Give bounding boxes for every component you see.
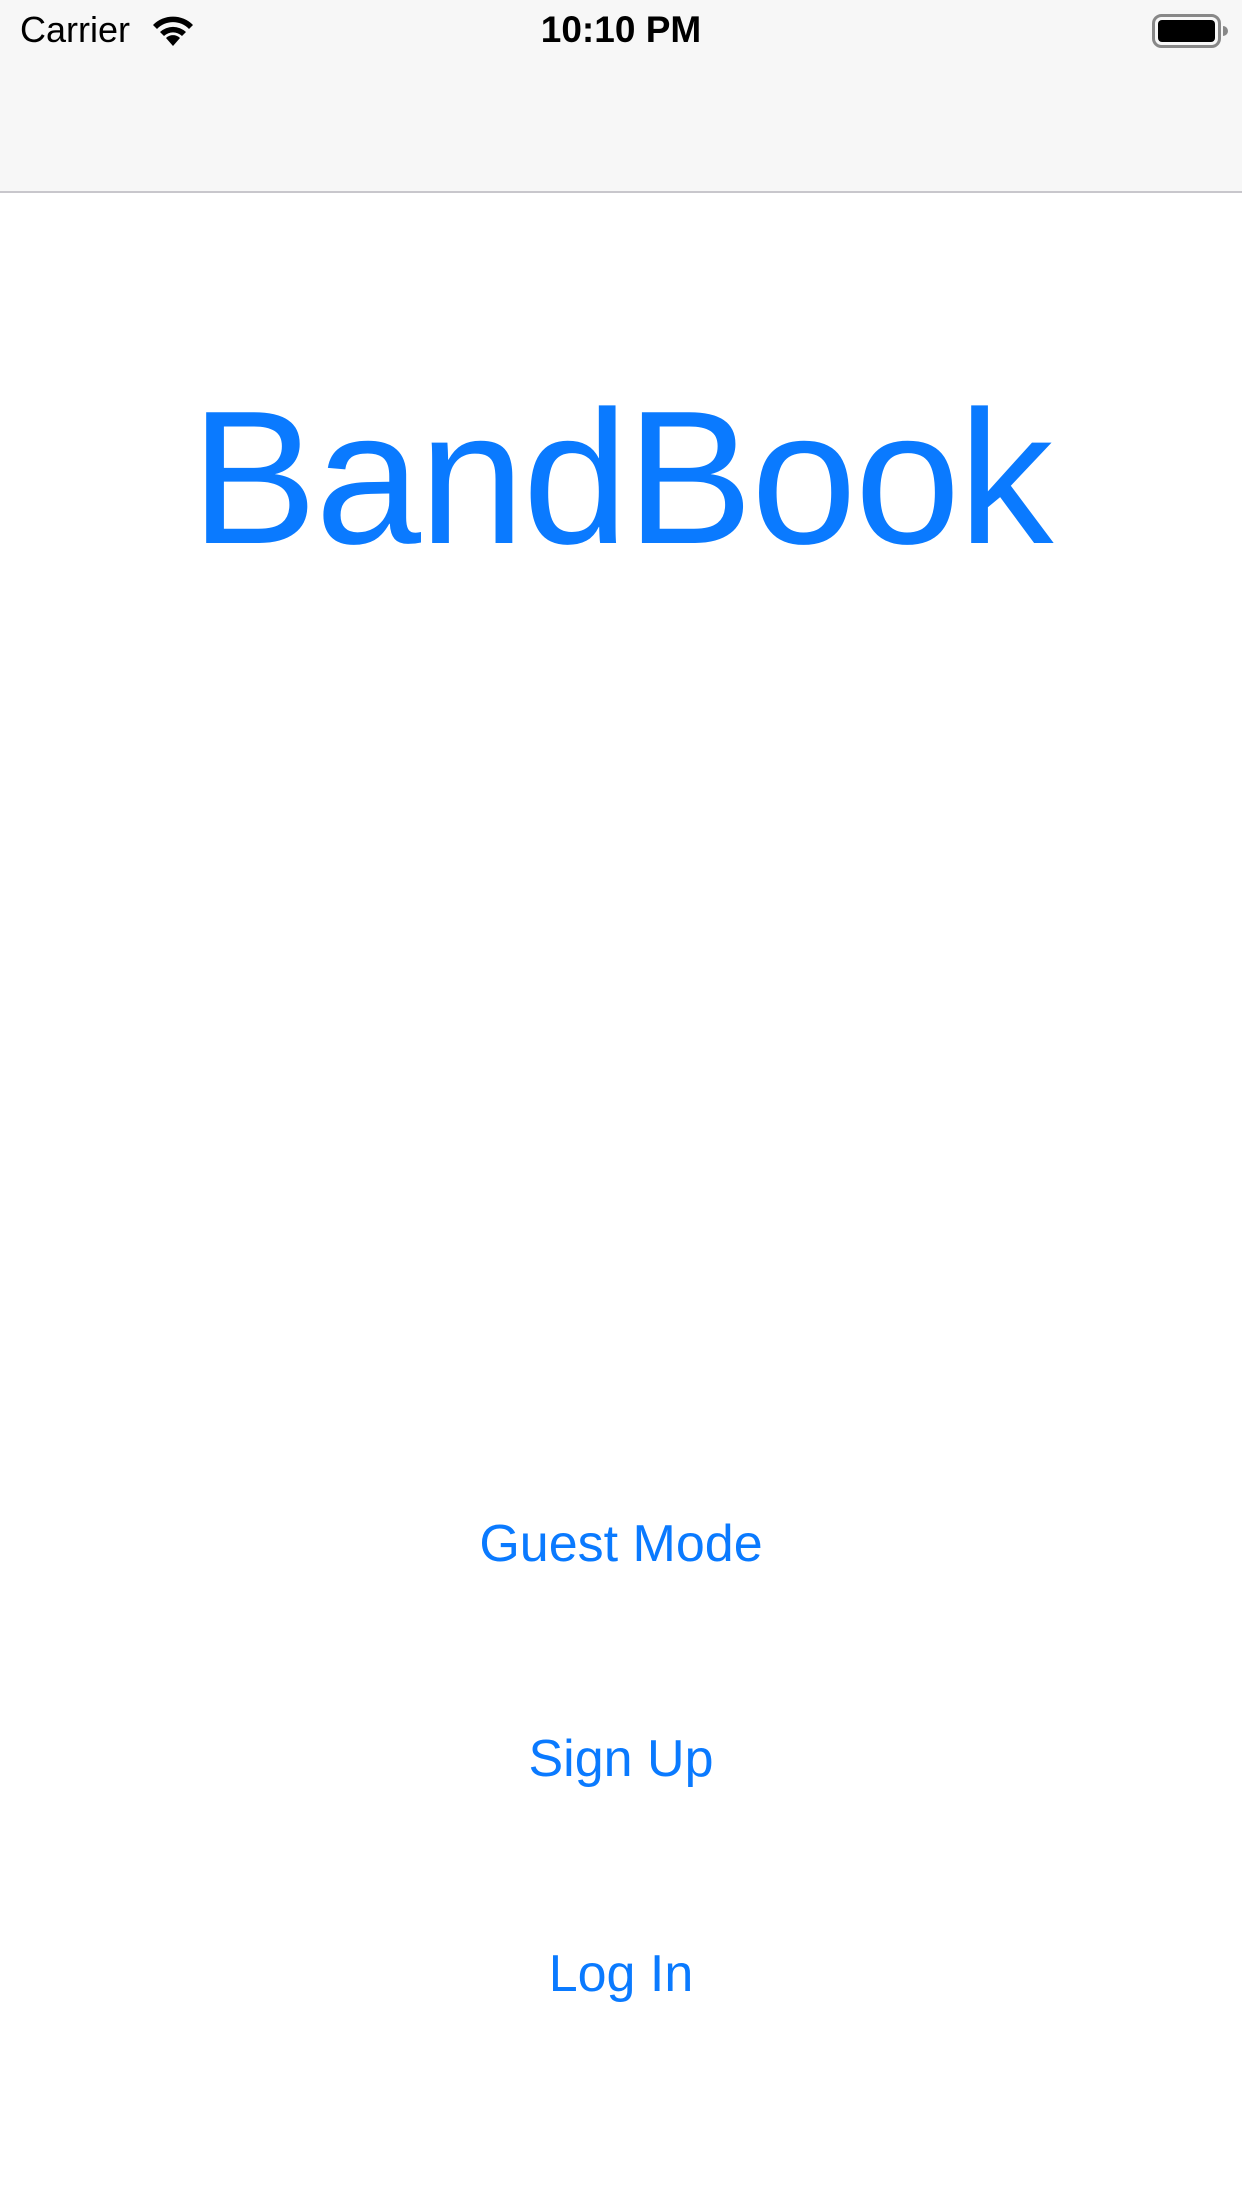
guest-mode-button[interactable]: Guest Mode [0, 1504, 1242, 1584]
clock: 10:10 PM [540, 9, 702, 50]
log-in-button[interactable]: Log In [0, 1934, 1242, 2014]
app-title: BandBook [190, 372, 1054, 584]
battery-icon [1152, 14, 1228, 48]
sign-up-button[interactable]: Sign Up [0, 1719, 1242, 1799]
status-bar: Carrier 10:10 PM [0, 0, 1242, 60]
navigation-bar [0, 60, 1242, 193]
